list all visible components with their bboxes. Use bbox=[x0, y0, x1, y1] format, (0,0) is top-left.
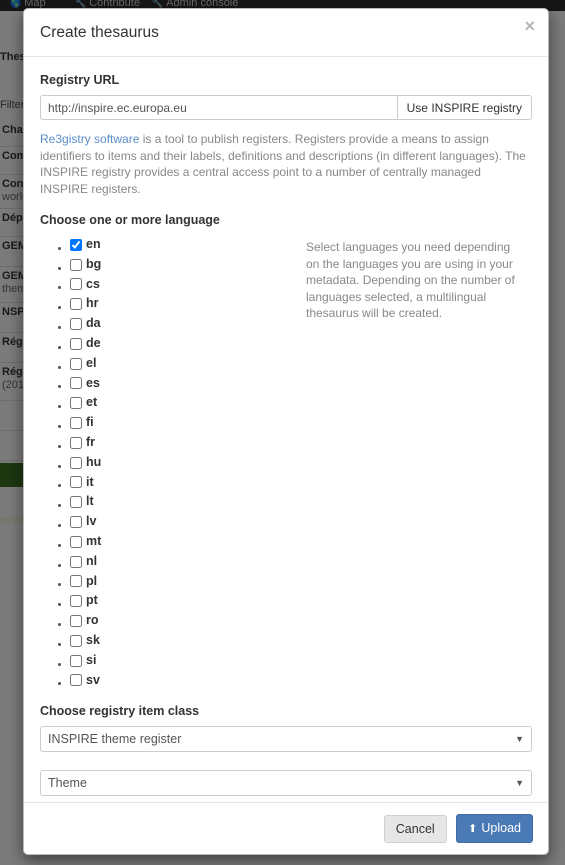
language-option-da[interactable]: da bbox=[70, 314, 101, 334]
language-checkbox-cs[interactable] bbox=[70, 278, 82, 291]
list-item[interactable]: cs bbox=[70, 275, 298, 295]
registry-url-group: Use INSPIRE registry bbox=[40, 95, 532, 120]
language-help-text: Select languages you need depending on t… bbox=[306, 240, 515, 320]
language-checkbox-da[interactable] bbox=[70, 318, 82, 331]
language-checkbox-en[interactable] bbox=[70, 238, 82, 251]
choose-language-label: Choose one or more language bbox=[40, 213, 220, 227]
language-section: en bg cs hr da de el es et fi fr hu it l… bbox=[40, 235, 532, 690]
dialog-body: Registry URL Use INSPIRE registry Re3gis… bbox=[24, 57, 548, 802]
registry-item-class-select-wrap: INSPIRE theme register ▼ bbox=[40, 726, 532, 753]
language-checkbox-hu[interactable] bbox=[70, 456, 82, 469]
list-item[interactable]: nl bbox=[70, 552, 298, 572]
language-checkbox-pl[interactable] bbox=[70, 575, 82, 588]
theme-select-wrap: Theme ▼ bbox=[40, 770, 532, 797]
language-option-en[interactable]: en bbox=[70, 235, 101, 255]
list-item[interactable]: sv bbox=[70, 671, 298, 691]
language-option-hr[interactable]: hr bbox=[70, 294, 99, 314]
language-checkbox-fr[interactable] bbox=[70, 436, 82, 449]
upload-button[interactable]: ⬆ Upload bbox=[456, 814, 533, 843]
language-checkbox-si[interactable] bbox=[70, 654, 82, 667]
close-icon[interactable]: × bbox=[524, 17, 535, 35]
language-checkbox-el[interactable] bbox=[70, 357, 82, 370]
language-option-si[interactable]: si bbox=[70, 651, 96, 671]
cancel-button[interactable]: Cancel bbox=[383, 814, 447, 843]
list-item[interactable]: fi bbox=[70, 413, 298, 433]
language-checkbox-fi[interactable] bbox=[70, 417, 82, 430]
create-thesaurus-dialog: Create thesaurus × Registry URL Use INSP… bbox=[23, 8, 549, 855]
language-option-lv[interactable]: lv bbox=[70, 512, 96, 532]
language-checkbox-it[interactable] bbox=[70, 476, 82, 489]
language-checkbox-lt[interactable] bbox=[70, 496, 82, 509]
use-inspire-registry-button[interactable]: Use INSPIRE registry bbox=[396, 95, 532, 120]
language-option-fi[interactable]: fi bbox=[70, 413, 94, 433]
dialog-footer: Cancel ⬆ Upload bbox=[24, 802, 548, 854]
language-option-pl[interactable]: pl bbox=[70, 572, 97, 592]
list-item[interactable]: pt bbox=[70, 591, 298, 611]
list-item[interactable]: it bbox=[70, 473, 298, 493]
registry-description: Re3gistry software is a tool to publish … bbox=[40, 131, 532, 197]
list-item[interactable]: sk bbox=[70, 631, 298, 651]
language-checkbox-pt[interactable] bbox=[70, 595, 82, 608]
language-checkbox-lv[interactable] bbox=[70, 516, 82, 529]
registry-item-class-section: Choose registry item class INSPIRE theme… bbox=[40, 704, 532, 802]
language-checkbox-et[interactable] bbox=[70, 397, 82, 410]
language-checkbox-sv[interactable] bbox=[70, 674, 82, 687]
list-item[interactable]: mt bbox=[70, 532, 298, 552]
language-option-es[interactable]: es bbox=[70, 374, 100, 394]
list-item[interactable]: pl bbox=[70, 572, 298, 592]
language-option-et[interactable]: et bbox=[70, 393, 97, 413]
list-item[interactable]: et bbox=[70, 393, 298, 413]
language-option-cs[interactable]: cs bbox=[70, 275, 100, 295]
registry-url-input[interactable] bbox=[40, 95, 397, 120]
language-option-ro[interactable]: ro bbox=[70, 611, 99, 631]
list-item[interactable]: es bbox=[70, 374, 298, 394]
language-checkbox-ro[interactable] bbox=[70, 615, 82, 628]
list-item[interactable]: si bbox=[70, 651, 298, 671]
language-option-bg[interactable]: bg bbox=[70, 255, 101, 275]
language-checkbox-es[interactable] bbox=[70, 377, 82, 390]
dialog-header: Create thesaurus × bbox=[24, 9, 548, 57]
list-item[interactable]: ro bbox=[70, 611, 298, 631]
upload-icon: ⬆ bbox=[468, 823, 478, 835]
registry-item-class-label: Choose registry item class bbox=[40, 704, 200, 719]
language-checkbox-hr[interactable] bbox=[70, 298, 82, 311]
list-item[interactable]: lv bbox=[70, 512, 298, 532]
list-item[interactable]: hu bbox=[70, 453, 298, 473]
theme-select[interactable]: Theme bbox=[40, 770, 532, 797]
list-item[interactable]: hr bbox=[70, 294, 298, 314]
language-option-de[interactable]: de bbox=[70, 334, 101, 354]
registry-item-class-select[interactable]: INSPIRE theme register bbox=[40, 726, 532, 753]
language-option-pt[interactable]: pt bbox=[70, 591, 98, 611]
language-checkbox-de[interactable] bbox=[70, 337, 82, 350]
language-option-fr[interactable]: fr bbox=[70, 433, 95, 453]
list-item[interactable]: en bbox=[70, 235, 298, 255]
language-checkbox-bg[interactable] bbox=[70, 258, 82, 271]
language-option-sk[interactable]: sk bbox=[70, 631, 100, 651]
list-item[interactable]: bg bbox=[70, 255, 298, 275]
upload-button-label: Upload bbox=[481, 821, 521, 835]
language-option-mt[interactable]: mt bbox=[70, 532, 101, 552]
language-checkbox-sk[interactable] bbox=[70, 634, 82, 647]
list-item[interactable]: da bbox=[70, 314, 298, 334]
dialog-title: Create thesaurus bbox=[40, 23, 159, 41]
language-checkbox-nl[interactable] bbox=[70, 555, 82, 568]
language-option-hu[interactable]: hu bbox=[70, 453, 101, 473]
language-option-lt[interactable]: lt bbox=[70, 492, 94, 512]
list-item[interactable]: el bbox=[70, 354, 298, 374]
language-checkbox-mt[interactable] bbox=[70, 535, 82, 548]
registry-url-label: Registry URL bbox=[40, 73, 120, 87]
language-option-el[interactable]: el bbox=[70, 354, 96, 374]
list-item[interactable]: lt bbox=[70, 492, 298, 512]
language-option-nl[interactable]: nl bbox=[70, 552, 97, 572]
language-option-it[interactable]: it bbox=[70, 473, 94, 493]
list-item[interactable]: de bbox=[70, 334, 298, 354]
language-list: en bg cs hr da de el es et fi fr hu it l… bbox=[40, 235, 298, 690]
list-item[interactable]: fr bbox=[70, 433, 298, 453]
language-option-sv[interactable]: sv bbox=[70, 671, 100, 691]
re3gistry-software-link[interactable]: Re3gistry software bbox=[40, 132, 139, 146]
